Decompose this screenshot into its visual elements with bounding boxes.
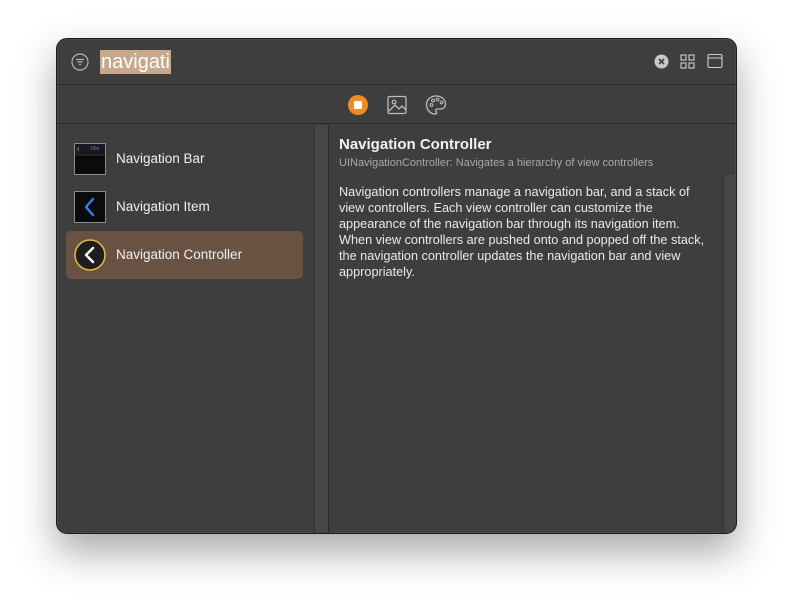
list-item[interactable]: Navigation Controller bbox=[66, 231, 303, 279]
clear-icon[interactable] bbox=[654, 54, 669, 69]
search-bar: navigati bbox=[57, 39, 736, 85]
detail-description: Navigation controllers manage a navigati… bbox=[339, 185, 705, 279]
detail-title: Navigation Controller bbox=[339, 136, 492, 153]
navigation-bar-thumbnail: Title bbox=[74, 143, 106, 175]
filter-icon[interactable] bbox=[71, 53, 89, 71]
photo-icon[interactable] bbox=[386, 94, 408, 116]
stop-square-icon[interactable] bbox=[347, 94, 369, 116]
list-item-label: Navigation Controller bbox=[116, 247, 243, 262]
palette-icon[interactable] bbox=[425, 94, 447, 116]
library-list: Title Navigation Bar Navigation Item Nav… bbox=[57, 125, 314, 533]
list-item-label: Navigation Bar bbox=[116, 151, 205, 166]
list-item[interactable]: Title Navigation Bar bbox=[66, 135, 303, 183]
library-tab-bar bbox=[57, 85, 736, 124]
thumbnail-title-text: Title bbox=[90, 146, 100, 152]
list-item-label: Navigation Item bbox=[116, 199, 210, 214]
chevron-left-circle-icon bbox=[74, 239, 106, 271]
search-input[interactable]: navigati bbox=[100, 50, 171, 74]
detail-subtitle: UINavigationController: Navigates a hier… bbox=[339, 157, 654, 169]
splitter[interactable] bbox=[314, 125, 328, 533]
panel-icon[interactable] bbox=[707, 53, 723, 69]
detail-pane: Navigation Controller UINavigationContro… bbox=[339, 135, 719, 280]
chevron-left-icon bbox=[84, 197, 95, 217]
grid-view-icon[interactable] bbox=[680, 54, 695, 69]
divider bbox=[328, 125, 329, 533]
library-window: navigati Title Navigation Bar Navigation… bbox=[56, 38, 737, 534]
navigation-item-thumbnail bbox=[74, 191, 106, 223]
list-item[interactable]: Navigation Item bbox=[66, 183, 303, 231]
scrollbar[interactable] bbox=[723, 175, 736, 533]
